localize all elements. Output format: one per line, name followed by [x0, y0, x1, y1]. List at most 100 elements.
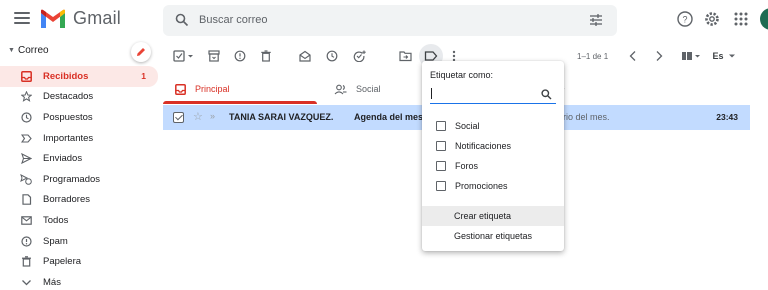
sidebar-item-spam[interactable]: Spam	[0, 231, 158, 252]
input-tools-label: Es	[712, 51, 724, 61]
sidebar-item-todos[interactable]: Todos	[0, 210, 158, 231]
important-marker-icon[interactable]: »	[210, 111, 215, 121]
sidebar-item-programados[interactable]: Programados	[0, 169, 158, 190]
sidebar-item-label: Importantes	[43, 132, 94, 144]
sidebar-item-label: Papelera	[43, 256, 82, 268]
sidebar-item-destacados[interactable]: Destacados	[0, 87, 158, 108]
report-spam-icon[interactable]	[232, 48, 248, 64]
sidebar-item-label: Enviados	[43, 153, 83, 165]
sidebar-item-pospuestos[interactable]: Pospuestos	[0, 107, 158, 128]
sidebar-item-importantes[interactable]: Importantes	[0, 128, 158, 149]
label-checkbox[interactable]	[436, 161, 446, 171]
inbox-icon	[20, 70, 32, 82]
message-subject: Agenda del mes	[354, 112, 424, 122]
text-cursor	[431, 88, 432, 99]
chevron-down-icon	[20, 276, 32, 288]
label-checkbox[interactable]	[436, 141, 446, 151]
tab-social[interactable]: Social	[334, 74, 381, 104]
delete-icon[interactable]	[258, 48, 274, 64]
message-snippet: rio del mes.	[563, 112, 610, 122]
archive-icon[interactable]	[206, 48, 222, 64]
collapse-caret-icon[interactable]: ▼	[8, 47, 15, 54]
account-avatar[interactable]	[760, 8, 768, 30]
send-icon	[20, 153, 32, 165]
app-name: Gmail	[73, 8, 122, 28]
help-icon[interactable]: ?	[676, 10, 694, 28]
move-to-icon[interactable]	[397, 48, 413, 64]
clock-icon	[20, 111, 32, 123]
important-icon	[20, 132, 32, 144]
mail-section-header[interactable]: ▼ Correo	[0, 42, 160, 62]
label-option-text: Social	[455, 121, 480, 131]
label-as-menu: Etiquetar como: Social Notificaciones Fo…	[422, 61, 564, 251]
tab-principal[interactable]: Principal	[175, 74, 230, 104]
active-tab-indicator	[163, 101, 317, 104]
label-option-notificaciones[interactable]: Notificaciones	[436, 139, 511, 153]
draft-icon	[20, 194, 32, 206]
label-checkbox[interactable]	[436, 181, 446, 191]
search-options-icon[interactable]	[589, 13, 603, 27]
sidebar-nav: Recibidos 1 Destacados Pospuestos Import…	[0, 66, 158, 290]
label-option-promociones[interactable]: Promociones	[436, 179, 508, 193]
compose-button[interactable]	[131, 42, 151, 62]
add-to-tasks-icon[interactable]	[351, 48, 367, 64]
pencil-icon	[137, 48, 145, 56]
manage-labels-item[interactable]: Gestionar etiquetas	[422, 226, 564, 246]
mail-section-label: Correo	[18, 45, 49, 56]
main-menu-icon[interactable]	[14, 12, 30, 26]
people-icon	[334, 84, 347, 95]
snooze-icon[interactable]	[324, 48, 340, 64]
tab-label: Principal	[195, 84, 230, 94]
create-label-item[interactable]: Crear etiqueta	[422, 206, 564, 226]
sidebar-item-label: Spam	[43, 235, 68, 247]
message-time: 23:43	[716, 112, 738, 122]
scheduled-send-icon	[20, 173, 32, 185]
sidebar-item-label: Pospuestos	[43, 111, 93, 123]
sidebar-item-label: Programados	[43, 173, 101, 185]
trash-icon	[20, 256, 32, 268]
label-filter-input[interactable]	[430, 86, 556, 104]
sidebar-item-label: Todos	[43, 214, 69, 226]
search-bar[interactable]: Buscar correo	[163, 5, 617, 36]
sidebar-item-recibidos[interactable]: Recibidos 1	[0, 66, 158, 87]
inbox-icon	[175, 83, 186, 95]
search-input[interactable]: Buscar correo	[199, 14, 267, 26]
sidebar-item-label: Más	[43, 276, 61, 288]
newer-chevron-left-icon[interactable]	[625, 48, 641, 64]
sidebar-item-label: Destacados	[43, 91, 94, 103]
svg-text:?: ?	[682, 15, 687, 25]
input-tools-toggle[interactable]: Es	[711, 48, 737, 64]
sidebar-item-label: Recibidos	[43, 70, 89, 82]
label-checkbox[interactable]	[436, 121, 446, 131]
label-option-social[interactable]: Social	[436, 119, 480, 133]
row-checkbox[interactable]	[173, 112, 184, 123]
older-chevron-right-icon[interactable]	[651, 48, 667, 64]
settings-gear-icon[interactable]	[703, 10, 721, 28]
sidebar-item-enviados[interactable]: Enviados	[0, 148, 158, 169]
search-icon	[541, 89, 552, 100]
sidebar-item-mas[interactable]: Más	[0, 272, 158, 290]
label-option-text: Notificaciones	[455, 141, 512, 151]
gmail-logo[interactable]: Gmail	[40, 8, 121, 29]
menu-title: Etiquetar como:	[430, 70, 494, 80]
sidebar-item-label: Borradores	[43, 194, 90, 206]
label-option-foros[interactable]: Foros	[436, 159, 478, 173]
all-mail-icon	[20, 214, 32, 226]
spam-icon	[20, 235, 32, 247]
search-icon[interactable]	[175, 13, 189, 27]
message-sender: TANIA SARAI VAZQUEZ.	[229, 112, 334, 122]
apps-grid-icon[interactable]	[732, 10, 750, 28]
pagination-text: 1–1 de 1	[577, 52, 609, 61]
select-all-checkbox[interactable]	[172, 48, 196, 64]
sidebar-item-borradores[interactable]: Borradores	[0, 190, 158, 211]
sidebar-item-papelera[interactable]: Papelera	[0, 251, 158, 272]
star-icon[interactable]: ☆	[193, 110, 203, 123]
star-icon	[20, 91, 32, 103]
gmail-m-icon	[41, 9, 65, 28]
label-option-text: Promociones	[455, 181, 508, 191]
split-pane-toggle[interactable]	[680, 48, 702, 64]
tab-label: Social	[356, 84, 381, 94]
mark-as-read-icon[interactable]	[297, 48, 313, 64]
label-option-text: Foros	[455, 161, 479, 171]
unread-count: 1	[141, 71, 146, 82]
